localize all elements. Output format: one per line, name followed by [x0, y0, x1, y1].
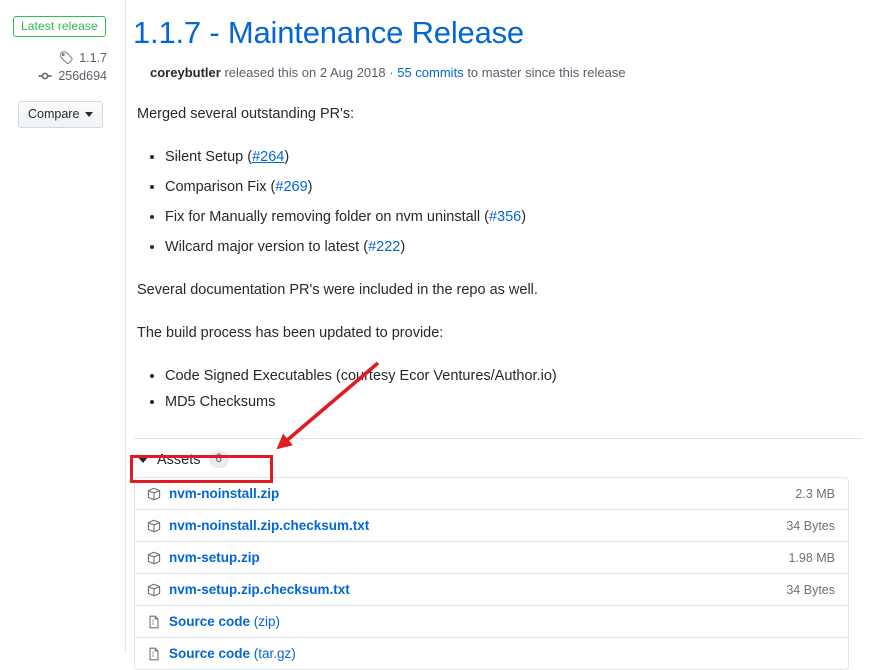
- tag-label: 1.1.7: [79, 51, 107, 65]
- asset-name[interactable]: nvm-noinstall.zip: [169, 486, 279, 501]
- release-sidebar: Latest release 1.1.7 256d694 Compare: [0, 0, 126, 653]
- tag-meta-row[interactable]: 1.1.7: [0, 51, 125, 65]
- list-item: MD5 Checksums: [165, 392, 862, 413]
- commit-icon: [38, 69, 52, 83]
- package-icon: [147, 551, 161, 565]
- release-released-text: released this on 2 Aug 2018: [224, 65, 386, 80]
- pr-text: Wilcard major version to latest: [165, 239, 360, 255]
- release-body: Merged several outstanding PR's: Silent …: [132, 104, 862, 413]
- pr-text: Comparison Fix: [165, 179, 267, 195]
- asset-name[interactable]: Source code (zip): [169, 614, 280, 629]
- table-row[interactable]: nvm-noinstall.zip.checksum.txt 34 Bytes: [135, 510, 848, 542]
- asset-name[interactable]: nvm-setup.zip.checksum.txt: [169, 582, 350, 597]
- asset-size: 1.98 MB: [788, 550, 835, 565]
- body-intro: Merged several outstanding PR's:: [137, 106, 355, 122]
- build-intro: The build process has been updated to pr…: [137, 325, 444, 341]
- list-item: Code Signed Executables (courtesy Ecor V…: [165, 366, 862, 387]
- build-list: Code Signed Executables (courtesy Ecor V…: [137, 366, 862, 413]
- table-row[interactable]: Source code (tar.gz): [135, 638, 848, 669]
- assets-list: nvm-noinstall.zip 2.3 MB nvm-noinstall.z…: [134, 477, 849, 670]
- docs-note: Several documentation PR's were included…: [137, 282, 538, 298]
- release-main: 1.1.7 - Maintenance Release coreybutler …: [126, 0, 877, 670]
- compare-button[interactable]: Compare: [18, 101, 104, 128]
- release-byline: coreybutler released this on 2 Aug 2018 …: [132, 64, 862, 82]
- tag-icon: [59, 51, 73, 65]
- table-row[interactable]: nvm-noinstall.zip 2.3 MB: [135, 478, 848, 510]
- section-divider: [134, 438, 862, 439]
- pr-link[interactable]: #269: [275, 179, 307, 195]
- pr-link[interactable]: #356: [489, 209, 521, 225]
- list-item: Silent Setup (#264): [165, 147, 862, 168]
- asset-size: 34 Bytes: [786, 518, 835, 533]
- byline-tail-text: to master since this release: [467, 65, 626, 80]
- assets-label: Assets: [157, 451, 201, 468]
- pr-text: Silent Setup: [165, 149, 244, 165]
- pr-link[interactable]: #264: [252, 149, 284, 165]
- commit-label: 256d694: [58, 69, 107, 83]
- chevron-down-icon: [85, 111, 94, 117]
- pr-link[interactable]: #222: [368, 239, 400, 255]
- list-item: Wilcard major version to latest (#222): [165, 237, 862, 258]
- list-item: Fix for Manually removing folder on nvm …: [165, 207, 862, 228]
- asset-name[interactable]: nvm-setup.zip: [169, 550, 260, 565]
- release-title[interactable]: 1.1.7 - Maintenance Release: [132, 14, 862, 52]
- pr-text: Fix for Manually removing folder on nvm …: [165, 209, 481, 225]
- release-page: Latest release 1.1.7 256d694 Compare 1.1…: [0, 0, 877, 670]
- release-author[interactable]: coreybutler: [150, 65, 221, 80]
- file-zip-icon: [147, 615, 161, 629]
- table-row[interactable]: Source code (zip): [135, 606, 848, 638]
- assets-count-badge: 6: [208, 451, 229, 468]
- asset-name[interactable]: Source code (tar.gz): [169, 646, 296, 661]
- asset-size: 2.3 MB: [795, 486, 835, 501]
- table-row[interactable]: nvm-setup.zip.checksum.txt 34 Bytes: [135, 574, 848, 606]
- file-zip-icon: [147, 647, 161, 661]
- asset-name[interactable]: nvm-noinstall.zip.checksum.txt: [169, 518, 369, 533]
- package-icon: [147, 583, 161, 597]
- assets-toggle[interactable]: Assets 6: [132, 451, 862, 468]
- compare-button-label: Compare: [28, 107, 80, 121]
- pr-list: Silent Setup (#264) Comparison Fix (#269…: [137, 147, 862, 258]
- triangle-down-icon: [137, 456, 149, 463]
- commits-link[interactable]: 55 commits: [397, 65, 463, 80]
- package-icon: [147, 487, 161, 501]
- compare-button-wrapper: Compare: [0, 101, 125, 128]
- latest-release-badge: Latest release: [13, 16, 106, 37]
- asset-size: 34 Bytes: [786, 582, 835, 597]
- commit-meta-row[interactable]: 256d694: [0, 69, 125, 83]
- list-item: Comparison Fix (#269): [165, 177, 862, 198]
- table-row[interactable]: nvm-setup.zip 1.98 MB: [135, 542, 848, 574]
- package-icon: [147, 519, 161, 533]
